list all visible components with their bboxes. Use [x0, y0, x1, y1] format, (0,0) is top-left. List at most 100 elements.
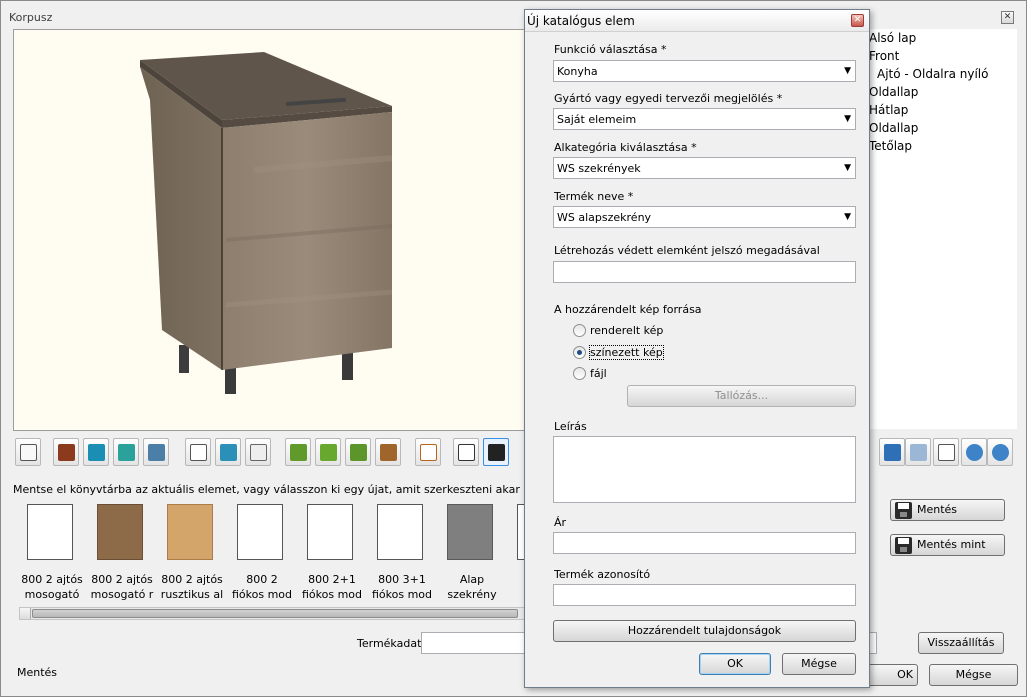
undo-icon	[884, 444, 901, 461]
edit-toolbar	[13, 438, 511, 468]
gallery-item-line2: szekrény	[447, 588, 497, 601]
dimension-tool-button[interactable]	[15, 438, 41, 466]
gallery-item[interactable]: Ar	[507, 502, 525, 602]
wireframe-button[interactable]	[185, 438, 211, 466]
radio-file-label: fájl	[590, 367, 607, 380]
add-part-button[interactable]	[375, 438, 401, 466]
gallery-item-line2: mosogató	[24, 588, 80, 601]
cabinet-render	[140, 52, 393, 394]
frame-button[interactable]	[415, 438, 441, 466]
subcategory-label: Alkategória kiválasztása *	[554, 141, 697, 154]
gallery-item[interactable]: 800 2+1 fiókos mod	[297, 502, 363, 602]
add-element-button[interactable]	[285, 438, 311, 466]
radio-file[interactable]	[573, 367, 586, 380]
add-icon	[350, 444, 367, 461]
cube-teal-button[interactable]	[113, 438, 139, 466]
dialog-ok-button[interactable]: OK	[699, 653, 771, 675]
tree-item[interactable]: Tetőlap	[869, 139, 912, 153]
list-icon	[938, 444, 955, 461]
dialog-cancel-button[interactable]: Mégse	[782, 653, 856, 675]
tree-item[interactable]: Front	[869, 49, 899, 63]
thumbnail	[377, 504, 423, 560]
gallery-item[interactable]: 800 2 ajtós mosogató r	[87, 502, 153, 602]
zoom-in-button[interactable]	[961, 438, 987, 466]
window-title: Korpusz	[9, 11, 53, 24]
cabinet-preview[interactable]	[13, 29, 527, 431]
gallery-item[interactable]: 800 2 ajtós rusztikus al	[157, 502, 223, 602]
add-icon	[290, 444, 307, 461]
product-name-label: Termék neve *	[554, 190, 634, 203]
save-button[interactable]: Mentés	[890, 499, 1005, 521]
radio-colored[interactable]	[573, 346, 586, 359]
browse-button[interactable]: Tallózás...	[627, 385, 856, 407]
dropdown-arrow-icon: ▼	[844, 114, 851, 124]
cube-blue-button[interactable]	[83, 438, 109, 466]
tree-item[interactable]: Oldallap	[869, 85, 918, 99]
tree-item[interactable]: Ajtó - Oldalra nyíló	[877, 67, 988, 81]
gallery-item-line2: mosogató r	[90, 588, 154, 601]
door-tool-button[interactable]	[53, 438, 79, 466]
tree-item[interactable]: Alsó lap	[869, 31, 916, 45]
scrollbar-thumb[interactable]	[32, 609, 518, 618]
gallery-item[interactable]: Alap szekrény	[437, 502, 503, 602]
properties-button[interactable]	[933, 438, 959, 466]
password-label: Létrehozás védett elemként jelszó megadá…	[554, 244, 820, 257]
price-input[interactable]	[553, 532, 856, 554]
termekadat-field[interactable]	[421, 632, 531, 654]
main-window: Korpusz ✕ Alsó lap Front Ajtó - Oldalra …	[0, 0, 1027, 697]
edit-button[interactable]	[453, 438, 479, 466]
thumbnail	[27, 504, 73, 560]
parts-button[interactable]	[143, 438, 169, 466]
tree-item[interactable]: Hátlap	[869, 103, 908, 117]
scroll-left-icon[interactable]	[20, 608, 31, 619]
outline-button[interactable]	[245, 438, 271, 466]
redo-button[interactable]	[905, 438, 931, 466]
product-id-input[interactable]	[553, 584, 856, 606]
gallery-item-line1: 800 3+1	[378, 573, 426, 586]
gallery-item[interactable]: 800 2 ajtós mosogató	[17, 502, 83, 602]
gallery-item-line1: 800 2 ajtós	[21, 573, 83, 586]
close-icon[interactable]: ✕	[851, 14, 864, 27]
password-input[interactable]	[553, 261, 856, 283]
zoom-out-button[interactable]	[987, 438, 1013, 466]
dropdown-arrow-icon: ▼	[844, 66, 851, 76]
main-cancel-button[interactable]: Mégse	[929, 664, 1018, 686]
tree-item[interactable]: Oldallap	[869, 121, 918, 135]
radio-colored-label: színezett kép	[589, 345, 664, 360]
undo-button[interactable]	[879, 438, 905, 466]
gallery-item[interactable]: 800 3+1 fiókos mod	[367, 502, 433, 602]
redo-icon	[910, 444, 927, 461]
gallery-item-line1: 800 2+1	[308, 573, 356, 586]
catalog-gallery[interactable]: 800 2 ajtós mosogató 800 2 ajtós mosogató …	[13, 498, 527, 606]
subcategory-select[interactable]: WS szekrények ▼	[553, 157, 856, 179]
add-shelf-button[interactable]	[345, 438, 371, 466]
save-tool-button[interactable]	[483, 438, 509, 466]
product-id-label: Termék azonosító	[554, 568, 651, 581]
function-value: Konyha	[557, 65, 598, 78]
function-select[interactable]: Konyha ▼	[553, 60, 856, 82]
product-name-value: WS alapszekrény	[557, 211, 652, 224]
save-as-button[interactable]: Mentés mint	[890, 534, 1005, 556]
new-catalog-dialog: Új katalógus elem ✕ Funkció választása *…	[524, 9, 870, 688]
gallery-item[interactable]: 800 2 fiókos mod	[227, 502, 293, 602]
dialog-titlebar[interactable]: Új katalógus elem ✕	[525, 10, 869, 32]
description-label: Leírás	[554, 420, 587, 433]
thumbnail	[97, 504, 143, 560]
restore-button[interactable]: Visszaállítás	[918, 632, 1004, 654]
add-drawer-button[interactable]	[315, 438, 341, 466]
window-close-icon[interactable]: ✕	[1001, 11, 1014, 24]
gallery-item-line1: 800 2 ajtós	[91, 573, 153, 586]
manufacturer-select[interactable]: Saját elemeim ▼	[553, 108, 856, 130]
gallery-item-line1: Alap	[459, 573, 485, 586]
gallery-scrollbar[interactable]	[19, 607, 525, 620]
radio-rendered[interactable]	[573, 324, 586, 337]
gallery-item-line2: fiókos mod	[301, 588, 363, 601]
assigned-properties-button[interactable]: Hozzárendelt tulajdonságok	[553, 620, 856, 642]
product-name-select[interactable]: WS alapszekrény ▼	[553, 206, 856, 228]
shaded-button[interactable]	[215, 438, 241, 466]
description-textarea[interactable]	[553, 436, 856, 503]
dropdown-arrow-icon: ▼	[844, 163, 851, 173]
parts-icon	[148, 444, 165, 461]
component-tree[interactable]: Alsó lap Front Ajtó - Oldalra nyíló Olda…	[867, 29, 1017, 429]
floppy-icon	[488, 444, 505, 461]
